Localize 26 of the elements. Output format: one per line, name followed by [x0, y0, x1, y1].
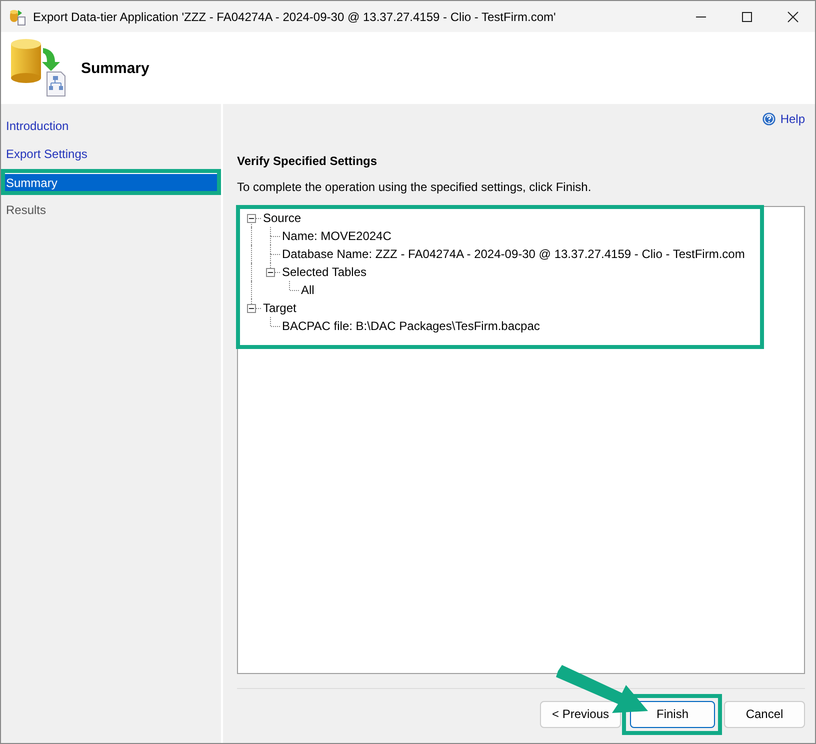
section-title: Verify Specified Settings	[237, 154, 378, 168]
collapse-icon[interactable]	[247, 304, 256, 313]
database-export-icon	[9, 38, 67, 98]
tree-item[interactable]: All	[299, 283, 314, 297]
collapse-icon[interactable]	[266, 268, 275, 277]
app-icon	[9, 8, 27, 26]
sidebar-item[interactable]: Export Settings	[5, 145, 217, 163]
section-description: To complete the operation using the specified settings, click Finish.	[237, 180, 592, 194]
tree-item[interactable]: Selected Tables	[280, 265, 367, 279]
dialog-button[interactable]: Finish	[630, 700, 715, 728]
close-icon[interactable]	[787, 10, 799, 22]
window-title: Export Data-tier Application 'ZZZ - FA04274A - 2024-09-30 @ 13.37.27.4159 - Clio - TestFirm.com'	[33, 10, 556, 24]
page-title: Summary	[81, 60, 150, 76]
dialog-button[interactable]: Cancel	[724, 700, 805, 728]
maximize-icon[interactable]	[741, 10, 753, 22]
help-icon[interactable]	[762, 112, 776, 126]
sidebar-item[interactable]: Summary	[5, 172, 217, 192]
sidebar-item[interactable]: Introduction	[5, 117, 217, 135]
collapse-icon[interactable]	[247, 214, 256, 223]
tree-item[interactable]: BACPAC file: B:\DAC Packages\TesFirm.bacpac	[280, 319, 540, 333]
tree-item[interactable]: Database Name: ZZZ - FA04274A - 2024-09-30 @ 13.37.27.4159 - Clio - TestFirm.com	[280, 247, 745, 261]
tree-item[interactable]: Target	[261, 301, 296, 315]
tree-item[interactable]: Source	[261, 211, 302, 225]
help-link[interactable]: Help	[780, 112, 805, 126]
dialog-button[interactable]: < Previous	[540, 700, 621, 728]
tree-item[interactable]: Name: MOVE2024C	[280, 229, 392, 243]
